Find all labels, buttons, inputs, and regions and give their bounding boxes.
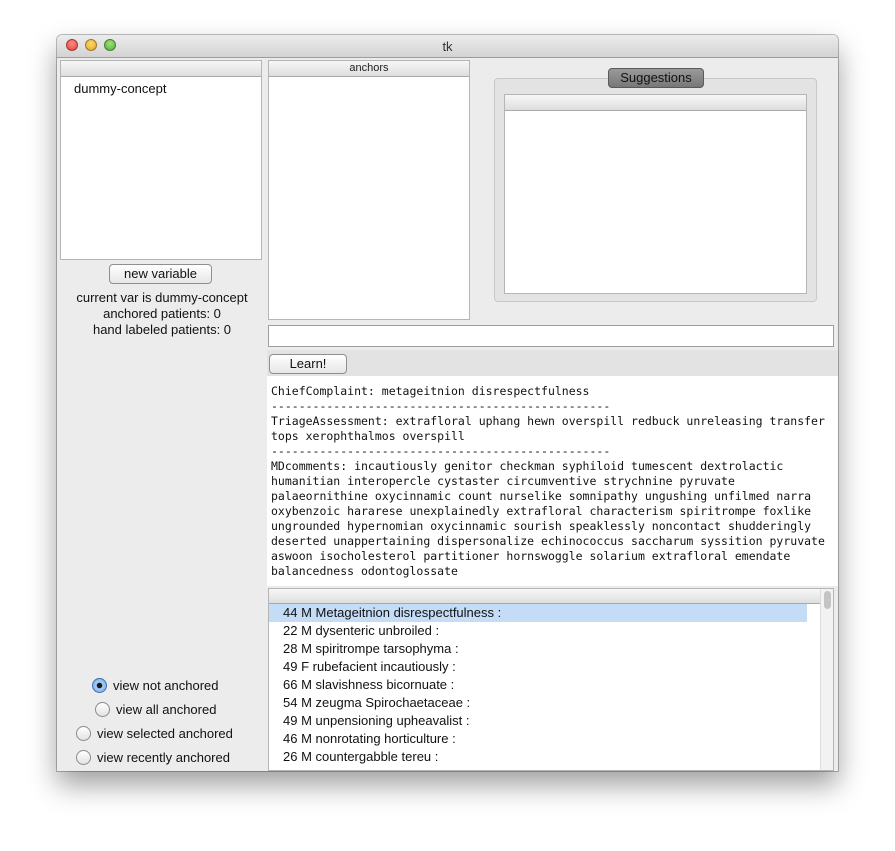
chief-complaint-text: ChiefComplaint: metageitnion disrespectf… xyxy=(271,384,590,398)
window-title: tk xyxy=(442,39,453,54)
note-separator: ----------------------------------------… xyxy=(271,444,611,458)
patient-note: ChiefComplaint: metageitnion disrespectf… xyxy=(267,376,838,586)
learn-button[interactable]: Learn! xyxy=(269,354,347,374)
patient-list-scrollbar[interactable] xyxy=(820,589,833,770)
variable-item[interactable]: dummy-concept xyxy=(74,81,166,96)
patient-list[interactable]: 44 M Metageitnion disrespectfulness : 22… xyxy=(268,588,834,771)
anchors-header: anchors xyxy=(269,61,469,77)
suggestions-list[interactable] xyxy=(504,94,807,294)
scrollbar-thumb[interactable] xyxy=(824,591,831,609)
patient-row[interactable]: 46 M nonrotating horticulture : xyxy=(269,730,807,748)
anchored-patients-count: anchored patients: 0 xyxy=(103,306,221,321)
radio-icon[interactable] xyxy=(95,702,110,717)
patient-row[interactable]: 49 M unpensioning upheavalist : xyxy=(269,712,807,730)
patient-row[interactable]: 22 M dysenteric unbroiled : xyxy=(269,622,807,640)
patient-row[interactable]: 44 M Metageitnion disrespectfulness : xyxy=(269,604,807,622)
patient-list-header xyxy=(269,589,833,604)
variable-list[interactable]: dummy-concept xyxy=(60,60,262,260)
note-separator: ----------------------------------------… xyxy=(271,399,611,413)
patient-row[interactable]: 54 M zeugma Spirochaetaceae : xyxy=(269,694,807,712)
variable-list-header xyxy=(61,61,261,77)
patient-row[interactable]: 28 M spiritrompe tarsophyma : xyxy=(269,640,807,658)
hand-labeled-count: hand labeled patients: 0 xyxy=(92,322,232,337)
anchor-input[interactable] xyxy=(268,325,834,347)
learn-toolbar xyxy=(267,350,838,376)
suggestions-list-header xyxy=(505,95,806,111)
radio-icon[interactable] xyxy=(76,750,91,765)
new-variable-button[interactable]: new variable xyxy=(109,264,212,284)
triage-assessment-text: TriageAssessment: extrafloral uphang hew… xyxy=(271,414,832,443)
patient-row[interactable]: 66 M slavishness bicornuate : xyxy=(269,676,807,694)
suggestions-tab[interactable]: Suggestions xyxy=(608,68,704,88)
app-window: tk dummy-concept new variable current va… xyxy=(57,35,838,771)
radio-icon[interactable] xyxy=(76,726,91,741)
anchors-list[interactable]: anchors xyxy=(268,60,470,320)
radio-selected-icon[interactable] xyxy=(92,678,107,693)
current-var-label: current var is dummy-concept xyxy=(76,290,248,305)
title-bar: tk xyxy=(57,35,838,58)
patient-row[interactable]: 26 M countergabble tereu : xyxy=(269,748,807,766)
md-comments-text: MDcomments: incautiously genitor checkma… xyxy=(271,459,832,578)
patient-row[interactable]: 49 F rubefacient incautiously : xyxy=(269,658,807,676)
